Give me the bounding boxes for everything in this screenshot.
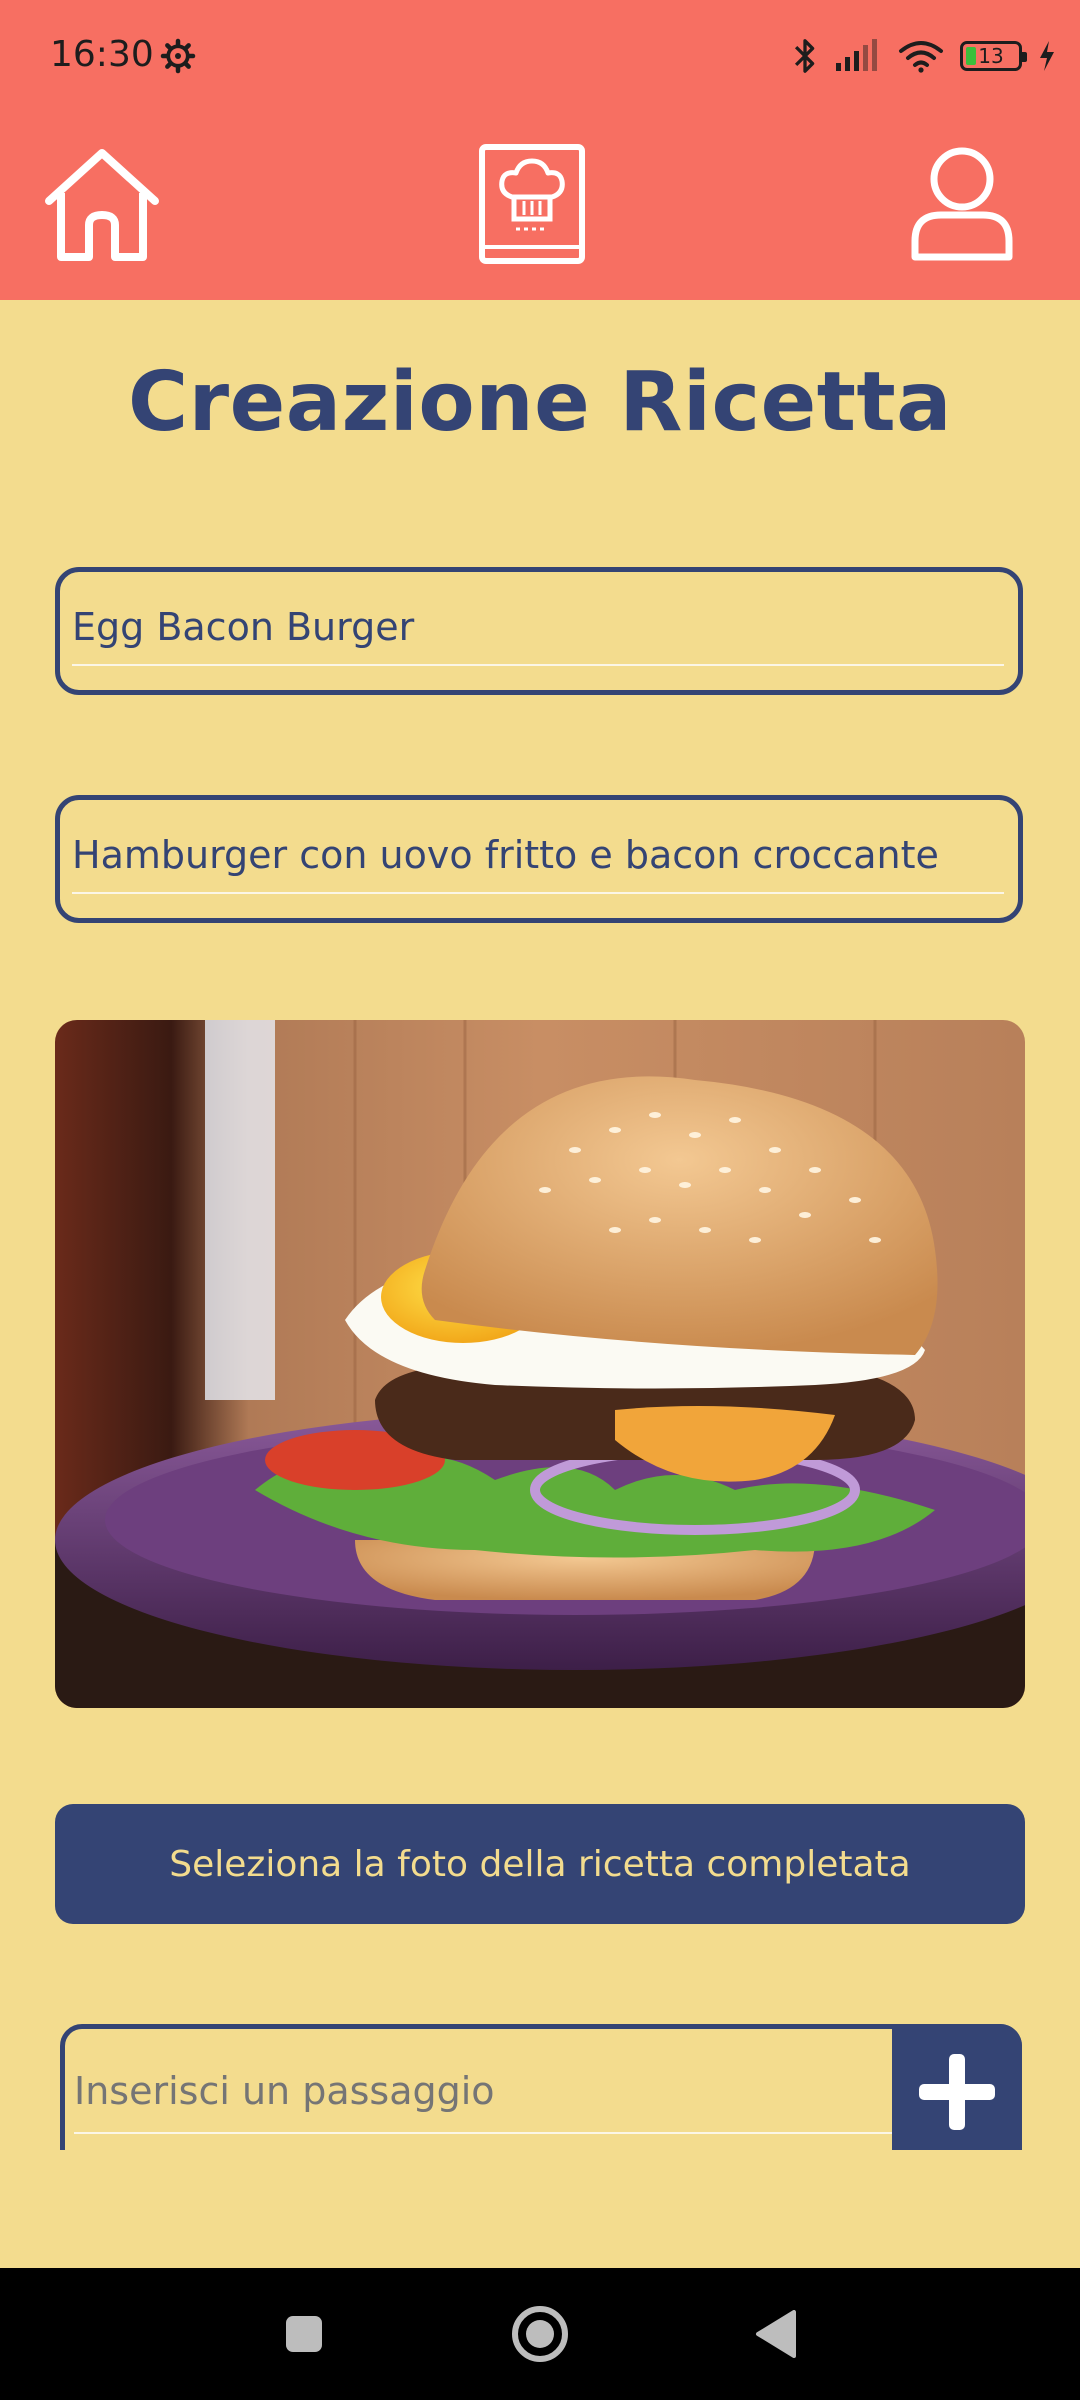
recipe-description-field (55, 795, 1023, 923)
recents-button[interactable] (266, 2296, 342, 2372)
app-bar (0, 116, 1080, 300)
recipe-name-input[interactable] (72, 590, 1004, 666)
battery-level: 13 (978, 44, 1004, 68)
recipe-book-icon (479, 144, 585, 264)
page-title: Creazione Ricetta (128, 355, 952, 450)
plus-icon (919, 2054, 995, 2130)
profile-icon (911, 147, 1013, 261)
step-input[interactable] (74, 2050, 934, 2134)
bluetooth-icon (794, 39, 815, 73)
back-button[interactable] (738, 2296, 814, 2372)
recipe-book-button[interactable] (462, 134, 602, 274)
charging-icon (1040, 41, 1054, 71)
recents-icon (286, 2316, 322, 2352)
step-input-row (60, 2024, 1022, 2150)
recipe-description-input[interactable] (72, 818, 1004, 894)
select-photo-button[interactable]: Seleziona la foto della ricetta completa… (55, 1804, 1025, 1924)
battery-icon: 13 (960, 41, 1027, 71)
profile-button[interactable] (892, 134, 1032, 274)
home-button[interactable] (32, 134, 172, 274)
signal-icon (836, 39, 877, 71)
home-circle-icon (512, 2306, 568, 2362)
gear-icon (160, 38, 196, 74)
home-icon (45, 149, 159, 261)
status-time: 16:30 (50, 34, 154, 75)
wifi-icon (899, 41, 943, 73)
back-icon (756, 2310, 796, 2358)
recipe-name-field (55, 567, 1023, 695)
home-nav-button[interactable] (502, 2296, 578, 2372)
recipe-photo (55, 1020, 1025, 1708)
status-bar: 16:30 13 (0, 0, 1080, 116)
system-navigation-bar (0, 2268, 1080, 2400)
add-step-button[interactable] (892, 2024, 1022, 2150)
